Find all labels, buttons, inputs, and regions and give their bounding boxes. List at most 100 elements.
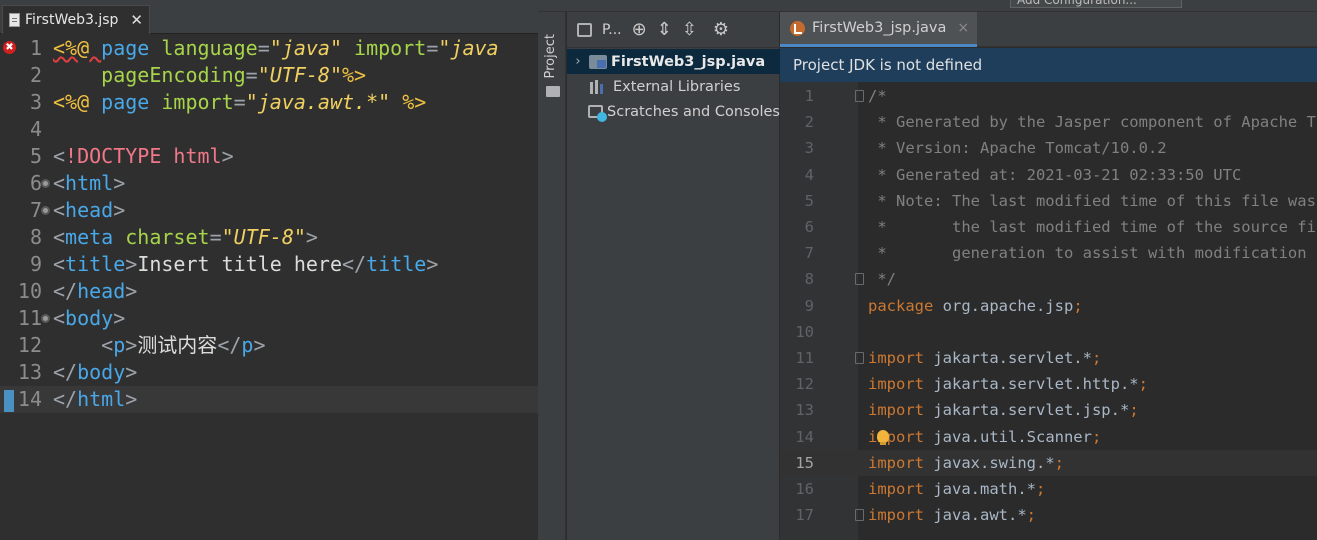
- code-line[interactable]: 13 </body>: [0, 359, 538, 386]
- project-view-icon[interactable]: [577, 22, 592, 37]
- code-line[interactable]: 8 <meta charset="UTF-8">: [0, 224, 538, 251]
- code-token: >: [125, 252, 138, 276]
- line-code: <p>测试内容</p>: [53, 332, 265, 359]
- intellij-window: Add Configuration... Project P... ⊕ ⇕ ⇳ …: [538, 0, 1317, 540]
- code-line[interactable]: 2 * Generated by the Jasper component of…: [780, 109, 1317, 135]
- code-token: <: [53, 171, 66, 195]
- fold-toggle-icon[interactable]: [41, 206, 50, 215]
- code-line[interactable]: 10 </head>: [0, 278, 538, 305]
- code-line[interactable]: 2 pageEncoding="UTF-8"%>: [0, 62, 538, 89]
- editor-tab-label: FirstWeb3_jsp.java: [812, 20, 947, 36]
- line-number: 15: [795, 453, 814, 472]
- fold-toggle-icon[interactable]: [41, 314, 50, 323]
- error-marker-icon[interactable]: ✖: [3, 41, 16, 54]
- code-line[interactable]: 17 import java.awt.*;: [780, 502, 1317, 528]
- tree-item-firstweb3-java[interactable]: › FirstWeb3_jsp.java: [567, 49, 780, 74]
- code-line[interactable]: 11 <body>: [0, 305, 538, 332]
- java-class-icon: [790, 20, 805, 36]
- code-line[interactable]: 14 </html>: [0, 386, 538, 413]
- tab-label: FirstWeb3.jsp: [25, 12, 119, 28]
- code-token: title: [366, 252, 427, 276]
- code-line[interactable]: 4: [0, 116, 538, 143]
- code-line[interactable]: 9 <title>Insert title here</title>: [0, 251, 538, 278]
- line-code: <html>: [53, 170, 125, 197]
- line-code: import java.util.Scanner;: [868, 424, 1101, 450]
- left-tool-window-bar: Project: [538, 12, 566, 540]
- tree-item-scratches[interactable]: Scratches and Consoles: [567, 99, 780, 124]
- fold-marker-icon[interactable]: [855, 273, 864, 286]
- line-code: /*: [868, 83, 887, 109]
- line-code: </body>: [53, 359, 137, 386]
- line-number: 1: [804, 87, 814, 105]
- tab-firstweb3-jsp[interactable]: FirstWeb3.jsp ✕: [2, 5, 150, 34]
- line-code: import java.awt.*;: [868, 502, 1036, 528]
- line-number: 17: [795, 506, 814, 525]
- line-number: 7: [29, 198, 42, 222]
- fold-marker-icon[interactable]: [855, 352, 864, 364]
- code-line[interactable]: 15 import javax.swing.*;: [780, 449, 1317, 476]
- chevron-right-icon[interactable]: ›: [567, 54, 589, 69]
- code-line[interactable]: 5 <!DOCTYPE html>: [0, 143, 538, 170]
- code-line[interactable]: 7 <head>: [0, 197, 538, 224]
- code-token: page: [101, 36, 162, 60]
- tree-item-external-libraries[interactable]: External Libraries: [567, 74, 780, 99]
- folder-icon[interactable]: [546, 86, 560, 97]
- code-token: </: [217, 333, 242, 357]
- line-code: <meta charset="UTF-8">: [53, 224, 318, 251]
- code-line[interactable]: 4 * Generated at: 2021-03-21 02:33:50 UT…: [780, 162, 1317, 188]
- current-line-marker: [4, 390, 14, 412]
- line-code: * the last modified time of the source f…: [868, 214, 1317, 240]
- code-line[interactable]: 3 * Version: Apache Tomcat/10.0.2: [780, 135, 1317, 161]
- code-line[interactable]: 12 import jakarta.servlet.http.*;: [780, 371, 1317, 397]
- code-line[interactable]: 8 */: [780, 266, 1317, 292]
- line-number: 5: [804, 191, 814, 210]
- line-number: 9: [804, 296, 814, 315]
- code-line[interactable]: 14 import java.util.Scanner;: [780, 424, 1317, 450]
- code-token: >: [221, 144, 234, 168]
- close-tab-icon[interactable]: ×: [957, 20, 969, 36]
- code-line[interactable]: 13 import jakarta.servlet.jsp.*;: [780, 397, 1317, 423]
- code-token: import: [868, 453, 924, 472]
- code-token: package: [868, 296, 934, 315]
- line-number: 4: [29, 117, 42, 141]
- code-line[interactable]: 7 * generation to assist with modificati…: [780, 240, 1317, 266]
- lightbulb-icon[interactable]: [877, 429, 889, 445]
- collapse-all-icon[interactable]: ⇳: [682, 20, 697, 39]
- fold-marker-icon[interactable]: [855, 509, 864, 522]
- close-tab-icon[interactable]: ✕: [130, 11, 143, 29]
- code-line[interactable]: 5 * Note: The last modified time of this…: [780, 188, 1317, 214]
- code-line[interactable]: 16 import java.math.*;: [780, 476, 1317, 502]
- code-line[interactable]: 11 import jakarta.servlet.*;: [780, 345, 1317, 371]
- fold-toggle-icon[interactable]: [41, 179, 50, 188]
- line-code: <title>Insert title here</title>: [53, 251, 438, 278]
- project-view-dropdown[interactable]: P...: [602, 22, 622, 38]
- code-line[interactable]: 12 <p>测试内容</p>: [0, 332, 538, 359]
- code-line[interactable]: 10: [780, 319, 1317, 345]
- project-tool-window-button[interactable]: Project: [543, 34, 558, 78]
- code-token: import: [868, 375, 924, 394]
- tab-firstweb3-jsp-java[interactable]: FirstWeb3_jsp.java ×: [780, 12, 977, 47]
- line-number: 11: [795, 349, 814, 367]
- code-token: * Generated at: 2021-03-21 02:33:50 UTC: [868, 165, 1242, 184]
- jdk-warning-banner[interactable]: Project JDK is not defined: [780, 48, 1317, 82]
- expand-all-icon[interactable]: ⇕: [657, 20, 672, 39]
- code-token: * Version: Apache Tomcat/10.0.2: [868, 139, 1167, 158]
- line-number: 10: [795, 322, 814, 341]
- line-number: 13: [795, 401, 814, 420]
- locate-icon[interactable]: ⊕: [632, 20, 647, 39]
- code-line[interactable]: 3 <%@ page import="java.awt.*" %>: [0, 89, 538, 116]
- tree-item-label: Scratches and Consoles: [607, 103, 780, 120]
- gear-icon[interactable]: ⚙: [713, 20, 729, 39]
- code-line[interactable]: 6 * the last modified time of the source…: [780, 214, 1317, 240]
- fold-marker-icon[interactable]: [855, 90, 864, 102]
- line-number: 8: [29, 225, 42, 249]
- code-line[interactable]: 9 package org.apache.jsp;: [780, 293, 1317, 319]
- code-line[interactable]: 6 <html>: [0, 170, 538, 197]
- line-code: import jakarta.servlet.jsp.*;: [868, 397, 1139, 423]
- run-configuration-dropdown[interactable]: Add Configuration...: [1010, 0, 1182, 8]
- code-token: org.apache.jsp: [933, 296, 1074, 315]
- code-token: * the last modified time of the source f…: [877, 218, 1317, 236]
- code-line[interactable]: 1 /*: [780, 83, 1317, 109]
- code-line[interactable]: 1 <%@ page language="java" import="java: [0, 35, 538, 62]
- code-token: /*: [868, 87, 887, 105]
